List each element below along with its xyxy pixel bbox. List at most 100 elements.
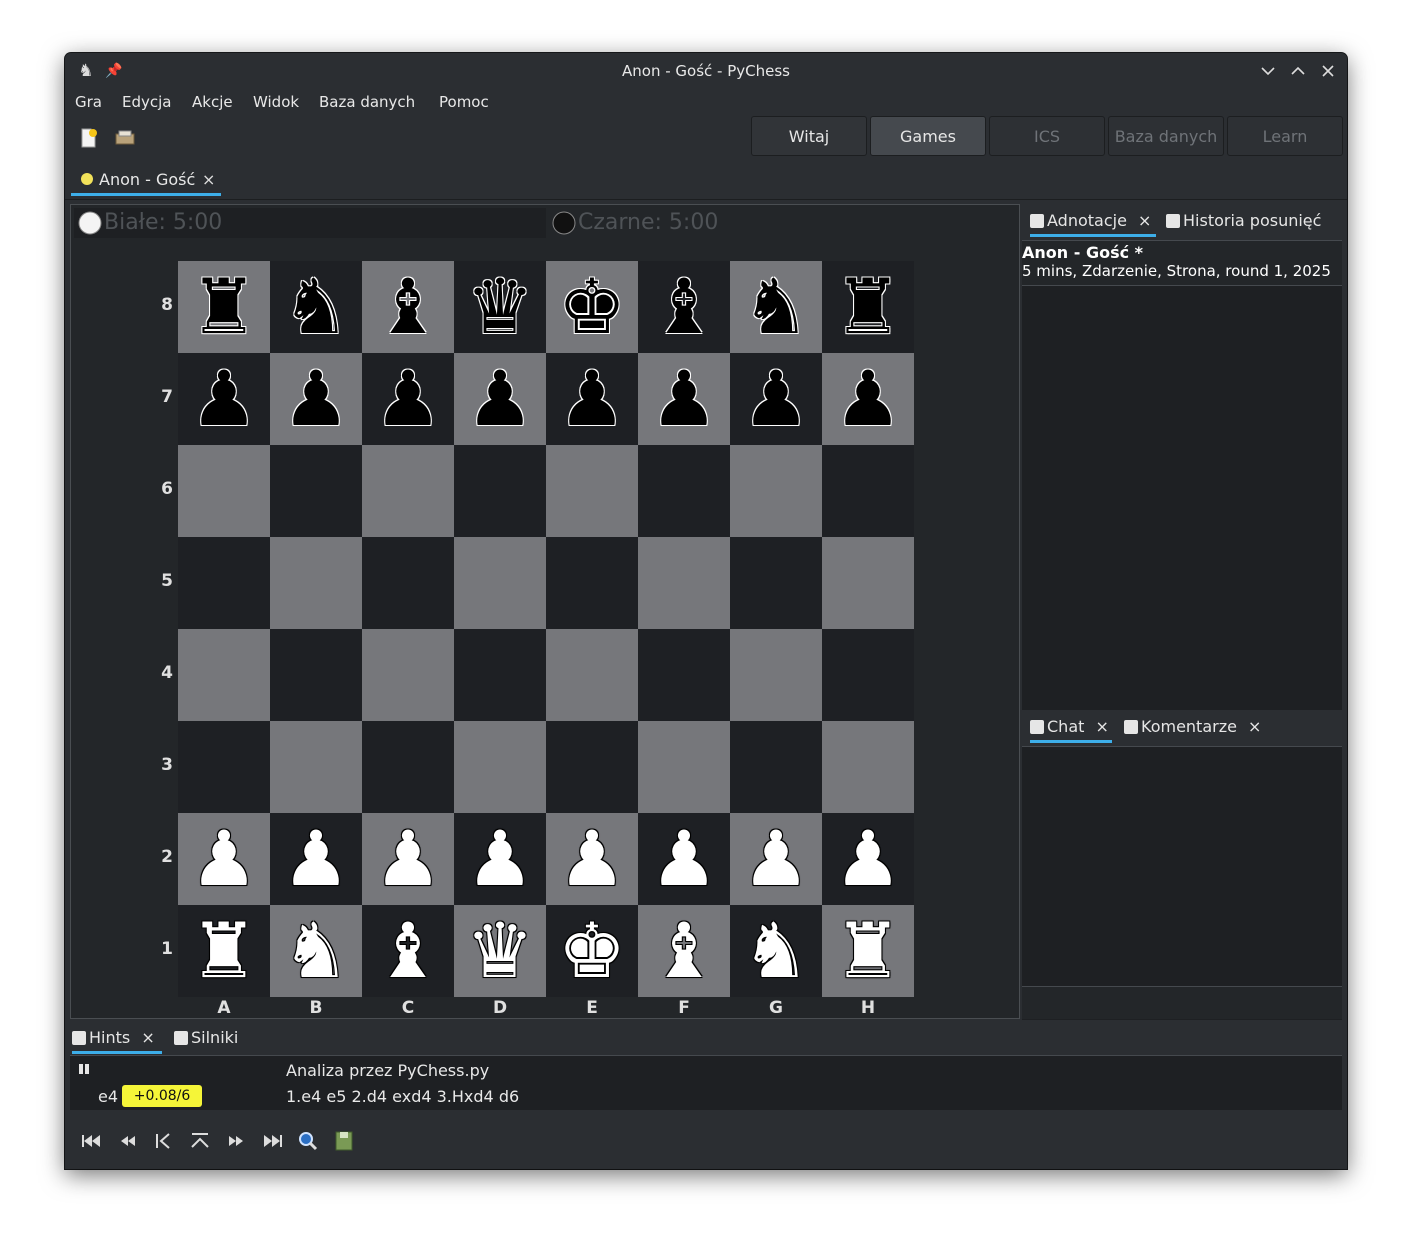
square-h3[interactable] xyxy=(822,721,914,813)
white-pawn-icon[interactable]: ♟ xyxy=(270,813,362,905)
square-b5[interactable] xyxy=(270,537,362,629)
first-move-button[interactable] xyxy=(79,1129,105,1153)
square-f6[interactable] xyxy=(638,445,730,537)
square-c4[interactable] xyxy=(362,629,454,721)
close-tab-icon[interactable]: × xyxy=(1248,717,1261,736)
square-d8[interactable]: ♛ xyxy=(454,261,546,353)
square-a6[interactable] xyxy=(178,445,270,537)
square-e5[interactable] xyxy=(546,537,638,629)
black-pawn-icon[interactable]: ♟ xyxy=(546,353,638,445)
black-pawn-icon[interactable]: ♟ xyxy=(822,353,914,445)
minimize-button[interactable] xyxy=(1256,59,1280,83)
hint-line[interactable]: 1.e4 e5 2.d4 exd4 3.Hxd4 d6 xyxy=(286,1087,519,1106)
black-pawn-icon[interactable]: ♟ xyxy=(362,353,454,445)
square-h7[interactable]: ♟ xyxy=(822,353,914,445)
square-f5[interactable] xyxy=(638,537,730,629)
square-a5[interactable] xyxy=(178,537,270,629)
square-d1[interactable]: ♛ xyxy=(454,905,546,997)
square-c7[interactable]: ♟ xyxy=(362,353,454,445)
menu-gra[interactable]: Gra xyxy=(75,93,102,111)
black-pawn-icon[interactable]: ♟ xyxy=(454,353,546,445)
close-tab-icon[interactable]: × xyxy=(202,170,215,189)
black-knight-icon[interactable]: ♞ xyxy=(730,261,822,353)
square-g6[interactable] xyxy=(730,445,822,537)
white-pawn-icon[interactable]: ♟ xyxy=(638,813,730,905)
square-c3[interactable] xyxy=(362,721,454,813)
square-b3[interactable] xyxy=(270,721,362,813)
square-e6[interactable] xyxy=(546,445,638,537)
square-g7[interactable]: ♟ xyxy=(730,353,822,445)
white-bishop-icon[interactable]: ♝ xyxy=(638,905,730,997)
black-bishop-icon[interactable]: ♝ xyxy=(362,261,454,353)
square-b4[interactable] xyxy=(270,629,362,721)
square-b6[interactable] xyxy=(270,445,362,537)
square-g1[interactable]: ♞ xyxy=(730,905,822,997)
square-h2[interactable]: ♟ xyxy=(822,813,914,905)
square-c1[interactable]: ♝ xyxy=(362,905,454,997)
pause-icon[interactable] xyxy=(78,1063,90,1075)
square-a4[interactable] xyxy=(178,629,270,721)
menu-edycja[interactable]: Edycja xyxy=(122,93,171,111)
square-a2[interactable]: ♟ xyxy=(178,813,270,905)
white-queen-icon[interactable]: ♛ xyxy=(454,905,546,997)
square-f1[interactable]: ♝ xyxy=(638,905,730,997)
black-queen-icon[interactable]: ♛ xyxy=(454,261,546,353)
square-e1[interactable]: ♚ xyxy=(546,905,638,997)
square-h8[interactable]: ♜ xyxy=(822,261,914,353)
perspective-games[interactable]: Games xyxy=(870,116,986,156)
square-a8[interactable]: ♜ xyxy=(178,261,270,353)
black-pawn-icon[interactable]: ♟ xyxy=(638,353,730,445)
save-button[interactable] xyxy=(331,1129,357,1153)
tab-historia-posuniec[interactable]: Historia posunięć × xyxy=(1166,204,1342,264)
square-b2[interactable]: ♟ xyxy=(270,813,362,905)
square-g2[interactable]: ♟ xyxy=(730,813,822,905)
square-h4[interactable] xyxy=(822,629,914,721)
white-rook-icon[interactable]: ♜ xyxy=(822,905,914,997)
square-d2[interactable]: ♟ xyxy=(454,813,546,905)
square-h6[interactable] xyxy=(822,445,914,537)
square-a3[interactable] xyxy=(178,721,270,813)
white-king-icon[interactable]: ♚ xyxy=(546,905,638,997)
black-pawn-icon[interactable]: ♟ xyxy=(270,353,362,445)
square-h5[interactable] xyxy=(822,537,914,629)
black-knight-icon[interactable]: ♞ xyxy=(270,261,362,353)
square-f4[interactable] xyxy=(638,629,730,721)
square-e7[interactable]: ♟ xyxy=(546,353,638,445)
square-f7[interactable]: ♟ xyxy=(638,353,730,445)
close-tab-icon[interactable]: × xyxy=(141,1028,154,1047)
square-d3[interactable] xyxy=(454,721,546,813)
white-bishop-icon[interactable]: ♝ xyxy=(362,905,454,997)
previous-move-button[interactable] xyxy=(115,1129,141,1153)
black-pawn-icon[interactable]: ♟ xyxy=(178,353,270,445)
tab-komentarze[interactable]: Komentarze × xyxy=(1124,710,1264,744)
next-move-button[interactable] xyxy=(223,1129,249,1153)
square-g8[interactable]: ♞ xyxy=(730,261,822,353)
square-e2[interactable]: ♟ xyxy=(546,813,638,905)
chat-input[interactable] xyxy=(1022,986,1342,1019)
main-line-button[interactable] xyxy=(151,1129,177,1153)
black-rook-icon[interactable]: ♜ xyxy=(178,261,270,353)
menu-widok[interactable]: Widok xyxy=(253,93,299,111)
close-tab-icon[interactable]: × xyxy=(1095,717,1108,736)
square-g3[interactable] xyxy=(730,721,822,813)
square-a1[interactable]: ♜ xyxy=(178,905,270,997)
analyze-button[interactable] xyxy=(295,1129,321,1153)
square-c5[interactable] xyxy=(362,537,454,629)
white-pawn-icon[interactable]: ♟ xyxy=(730,813,822,905)
perspective-witaj[interactable]: Witaj xyxy=(751,116,867,156)
square-d4[interactable] xyxy=(454,629,546,721)
square-c6[interactable] xyxy=(362,445,454,537)
square-h1[interactable]: ♜ xyxy=(822,905,914,997)
square-e8[interactable]: ♚ xyxy=(546,261,638,353)
tab-silniki[interactable]: Silniki × xyxy=(174,1021,260,1081)
white-pawn-icon[interactable]: ♟ xyxy=(362,813,454,905)
up-variation-button[interactable] xyxy=(187,1129,213,1153)
white-pawn-icon[interactable]: ♟ xyxy=(546,813,638,905)
square-g4[interactable] xyxy=(730,629,822,721)
square-b7[interactable]: ♟ xyxy=(270,353,362,445)
square-d5[interactable] xyxy=(454,537,546,629)
white-rook-icon[interactable]: ♜ xyxy=(178,905,270,997)
hint-move[interactable]: e4 xyxy=(98,1087,118,1106)
open-game-button[interactable] xyxy=(113,126,137,150)
black-pawn-icon[interactable]: ♟ xyxy=(730,353,822,445)
